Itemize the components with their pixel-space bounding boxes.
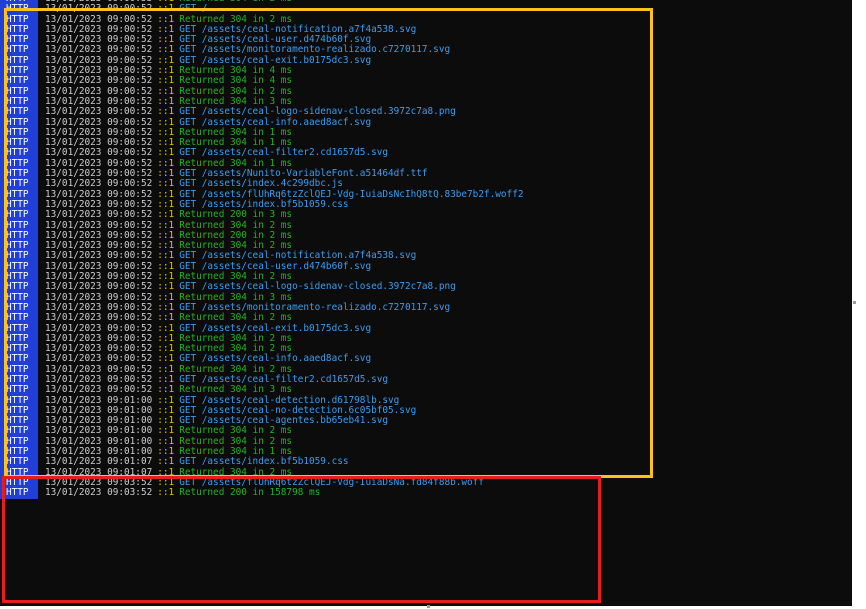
resize-handle-right[interactable] bbox=[853, 301, 856, 304]
terminal-window[interactable]: HTTP13/01/2023 09:00:53::1Returned 304 i… bbox=[0, 0, 852, 606]
log-response: Returned 200 in 158798 ms bbox=[179, 487, 321, 499]
log-line: HTTP 13/01/2023 09:00:52::1 Returned 304 i… bbox=[0, 312, 852, 324]
log-response: Returned 304 in 2 ms bbox=[179, 312, 293, 324]
log-timestamp: 13/01/2023 09:00:52 bbox=[45, 312, 153, 324]
log-line: HTTP 13/01/2023 09:03:52::1 Returned 200 i… bbox=[0, 487, 852, 499]
log-response: Returned 200 in 3 ms bbox=[179, 209, 293, 221]
log-host: ::1 bbox=[157, 487, 175, 499]
protocol-badge: HTTP bbox=[0, 209, 38, 221]
protocol-badge: HTTP bbox=[0, 487, 38, 499]
resize-handle-bottom[interactable] bbox=[427, 605, 430, 608]
log-timestamp: 13/01/2023 09:00:52 bbox=[45, 209, 153, 221]
log-output: HTTP13/01/2023 09:00:53::1Returned 304 i… bbox=[0, 0, 852, 499]
protocol-badge: HTTP bbox=[0, 312, 38, 324]
log-host: ::1 bbox=[157, 209, 175, 221]
log-timestamp: 13/01/2023 09:03:52 bbox=[45, 487, 153, 499]
log-line: HTTP 13/01/2023 09:00:52::1 Returned 200 i… bbox=[0, 209, 852, 221]
log-host: ::1 bbox=[157, 312, 175, 324]
